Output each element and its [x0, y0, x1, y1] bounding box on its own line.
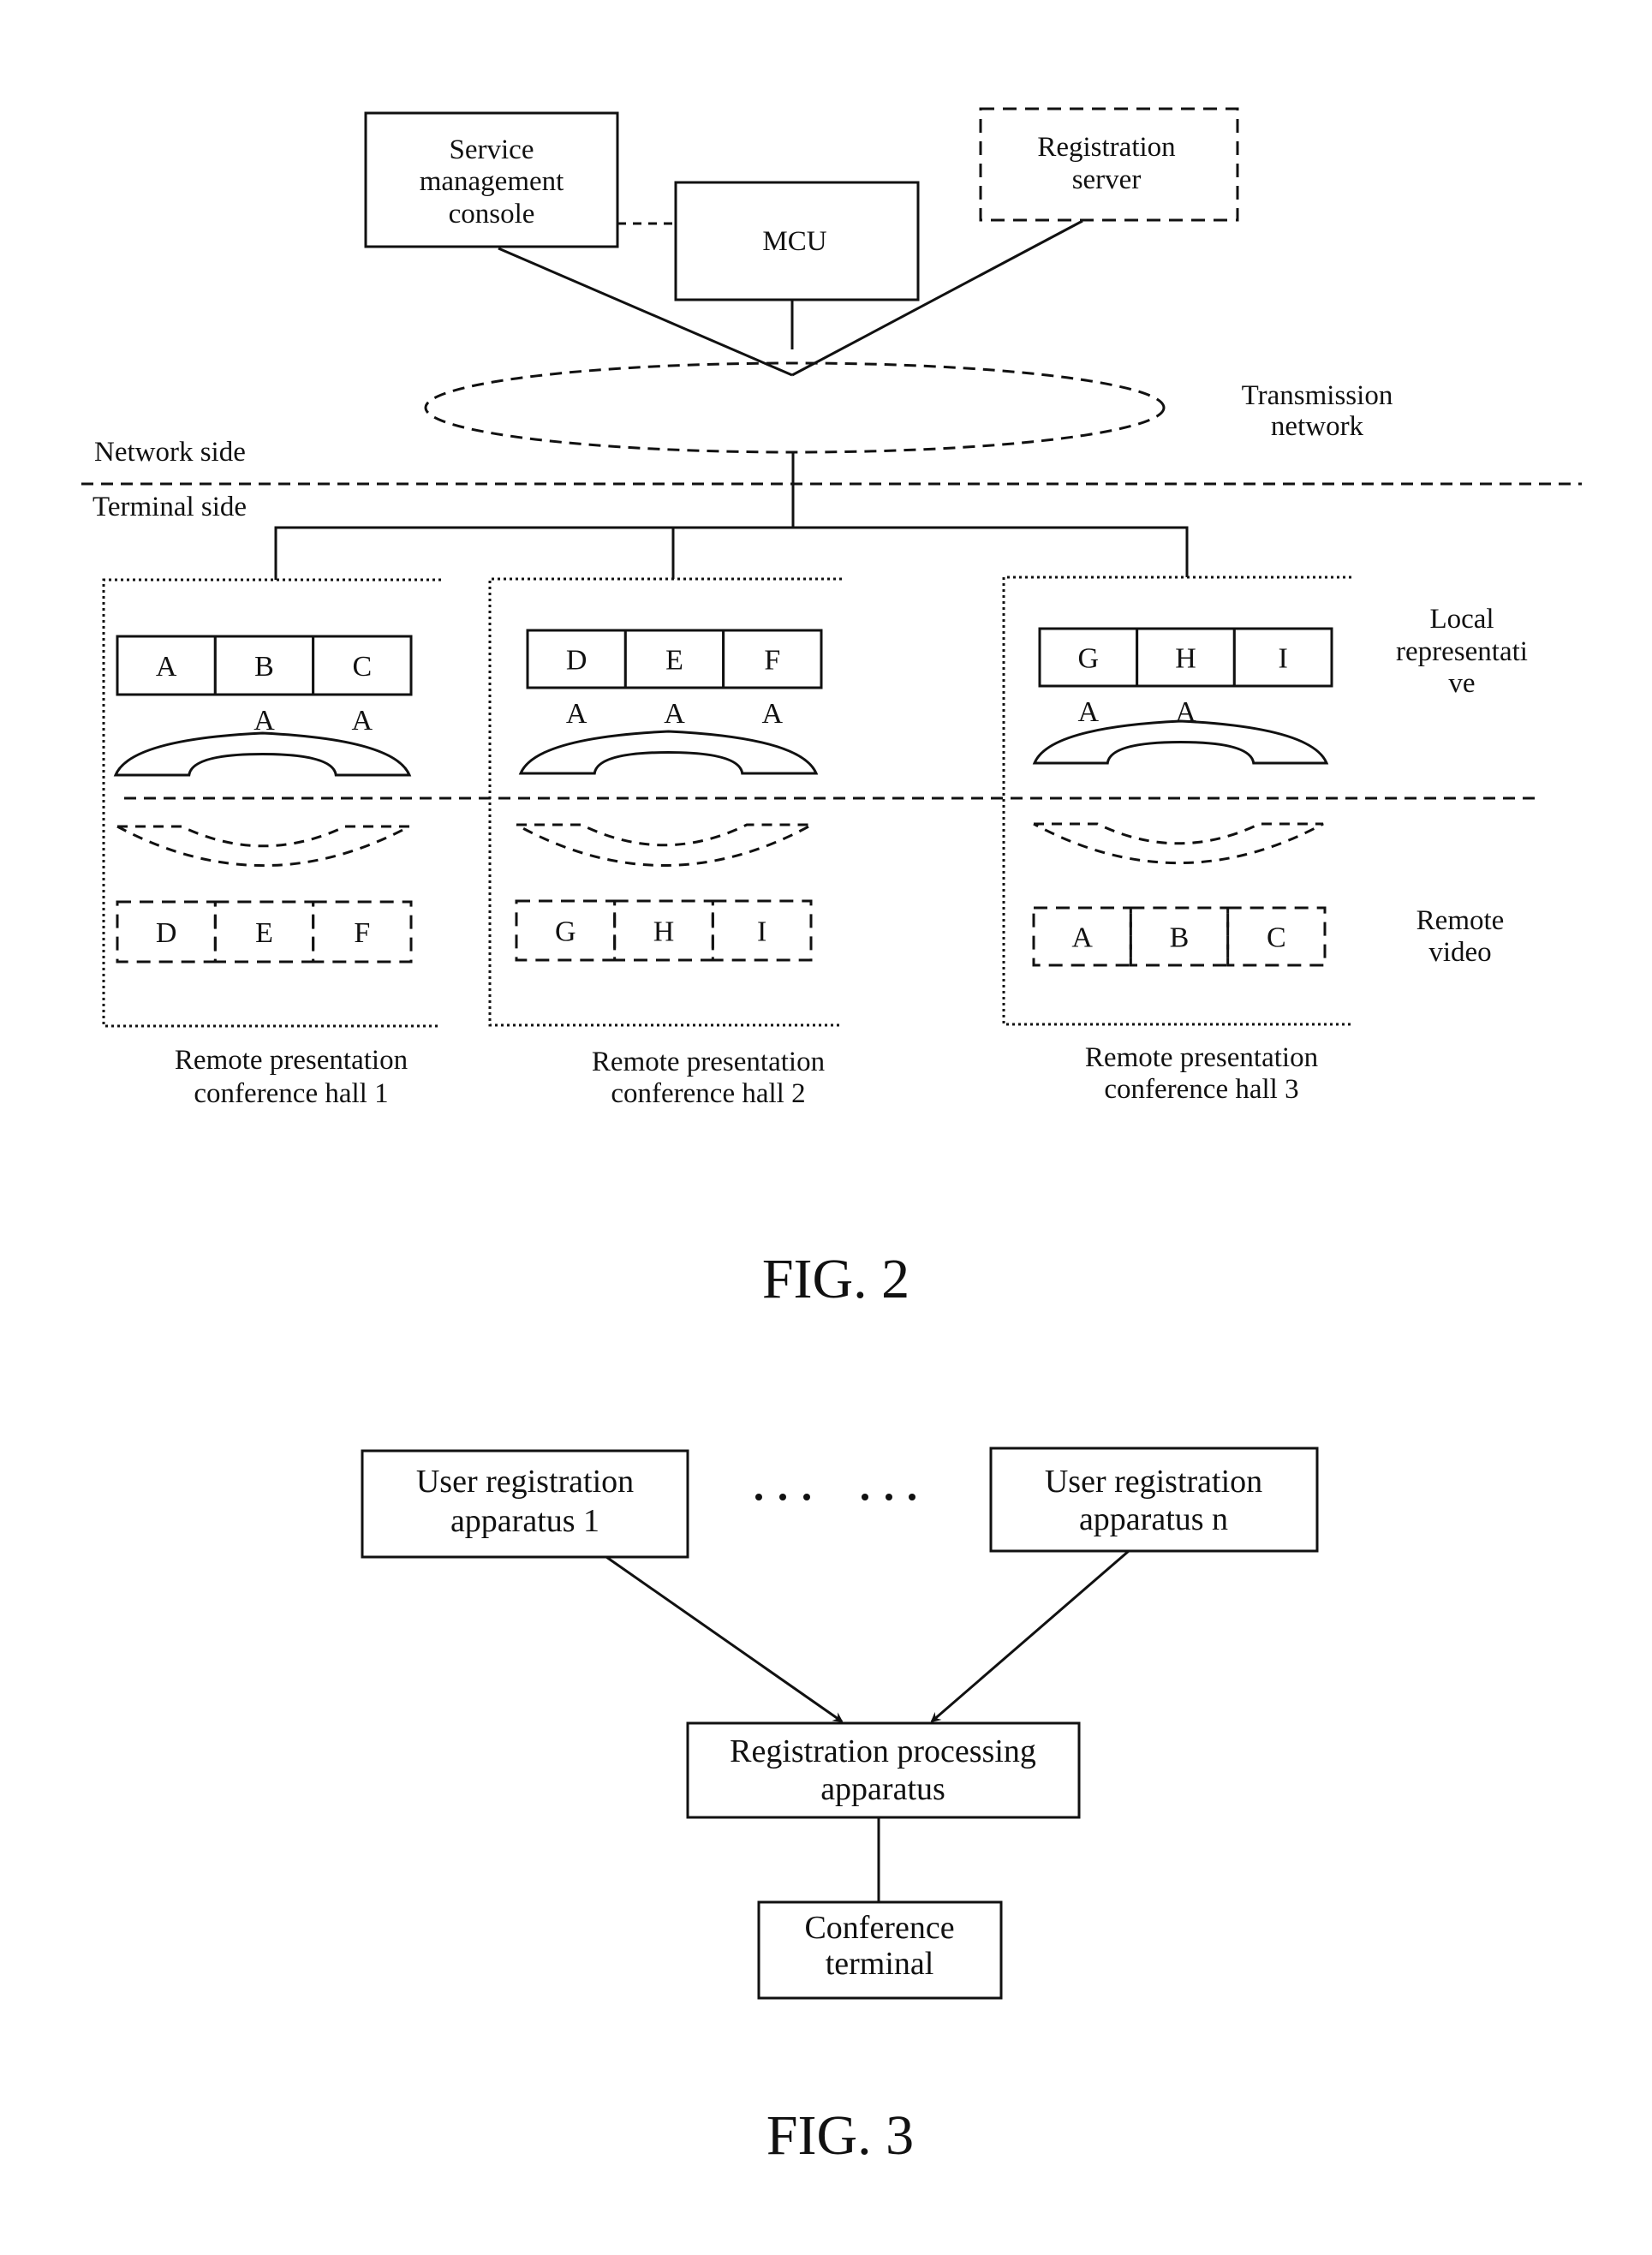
- mcu-node: MCU: [674, 181, 920, 301]
- speaker-mark: A: [566, 698, 587, 730]
- remote-phone-icon: [116, 825, 410, 868]
- remote-screen-letter: I: [757, 916, 766, 948]
- hall-1-label-line2: conference hall 1: [194, 1078, 388, 1109]
- registration-processing-label-line2: apparatus: [820, 1771, 945, 1807]
- conference-hall-3: G H I A A A B C Remote presentationconference ha…: [1002, 576, 1351, 1105]
- hall-3-label-line1: Remote presentation: [1085, 1042, 1318, 1073]
- registration-server-label-line2: server: [1072, 164, 1142, 195]
- remote-screen-letter: E: [255, 917, 273, 949]
- user-registration-n-label-line2: apparatus n: [1079, 1501, 1228, 1537]
- remote-phone-icon: [1033, 822, 1324, 865]
- user-registration-apparatus-1-node: User registration apparatus 1: [361, 1449, 689, 1559]
- transmission-network-ellipse: [424, 361, 1166, 454]
- terminal-bus-line: [274, 526, 1189, 580]
- speaker-mark: A: [1175, 696, 1196, 728]
- user-registration-1-label-line1: User registration: [416, 1464, 634, 1500]
- ellipsis-dot: [909, 1494, 915, 1500]
- registration-processing-label-line1: Registration processing: [730, 1733, 1036, 1769]
- local-screen-letter: C: [352, 651, 372, 683]
- registration-server-node: Registration server: [979, 107, 1239, 222]
- local-screen-letter: E: [665, 645, 683, 677]
- fig2-caption: FIG. 2: [762, 1248, 909, 1310]
- ellipsis-dot: [755, 1494, 762, 1500]
- hall-1-label-line1: Remote presentation: [175, 1045, 408, 1076]
- local-screen-letter: F: [764, 645, 780, 677]
- speaker-mark: A: [253, 705, 275, 737]
- user-registration-apparatus-n-node: User registration apparatus n: [989, 1447, 1319, 1553]
- registration-processing-apparatus-node: Registration processing apparatus: [686, 1721, 1081, 1819]
- remote-screen-letter: D: [156, 917, 177, 949]
- service-console-label-line1: Service: [450, 134, 534, 165]
- hall-2-label-line2: conference hall 2: [611, 1078, 805, 1109]
- ellipsis-dots: [755, 1494, 915, 1500]
- patent-figures: Service management console MCU Registrat…: [81, 107, 1582, 2167]
- remote-screen-letter: G: [555, 916, 576, 948]
- transmission-network-label-line1: Transmission: [1242, 380, 1393, 411]
- registration-server-label-line1: Registration: [1037, 132, 1175, 163]
- ellipsis-dot: [862, 1494, 868, 1500]
- remote-video-label-line2: video: [1428, 937, 1491, 968]
- hall-2-label-line1: Remote presentation: [592, 1047, 825, 1077]
- local-representative-label-line1: Local: [1429, 604, 1494, 635]
- hall-3-label-line2: conference hall 3: [1104, 1074, 1298, 1105]
- arrow-usern-to-processing: [930, 1549, 1130, 1723]
- speaker-mark: A: [1078, 696, 1100, 728]
- speaker-mark: A: [352, 705, 373, 737]
- local-screen-letter: G: [1078, 643, 1100, 675]
- remote-screen-letter: C: [1267, 922, 1286, 954]
- ellipsis-dot: [803, 1494, 810, 1500]
- conference-hall-2: D E FA A AG H IRemote presentationconference h…: [488, 577, 842, 1109]
- fig3-caption: FIG. 3: [766, 2104, 914, 2167]
- conference-terminal-label-line1: Conference: [804, 1910, 954, 1946]
- user-registration-1-label-line2: apparatus 1: [450, 1503, 599, 1539]
- remote-screen-letter: B: [1170, 922, 1190, 954]
- conference-terminal-node: Conference terminal: [757, 1900, 1003, 2000]
- ellipsis-dot: [779, 1494, 786, 1500]
- local-phone-icon: [113, 731, 412, 777]
- conference-terminal-label-line2: terminal: [826, 1946, 934, 1982]
- transmission-network-label-line2: network: [1271, 411, 1364, 442]
- local-screen-letter: D: [566, 645, 587, 677]
- ellipsis-dot: [886, 1494, 892, 1500]
- remote-screen-letter: H: [653, 916, 675, 948]
- speaker-mark: A: [762, 698, 784, 730]
- conference-hall-1: A B CA AD E FRemote presentationconference ha…: [102, 578, 441, 1109]
- local-screen-letter: A: [156, 651, 177, 683]
- local-representative-label-line3: ve: [1448, 668, 1475, 699]
- local-phone-icon: [518, 730, 819, 775]
- remote-screen-letter: F: [354, 917, 370, 949]
- service-console-label-line2: management: [420, 166, 564, 197]
- local-screen-letter: H: [1175, 643, 1196, 675]
- remote-video-label-line1: Remote: [1416, 905, 1505, 936]
- fig2-diagram: Service management console MCU Registrat…: [81, 107, 1582, 1310]
- terminal-side-label: Terminal side: [92, 492, 247, 522]
- service-console-label-line3: console: [449, 199, 535, 230]
- remote-screen-letter: A: [1071, 922, 1093, 954]
- conference-halls: A B CA AD E FRemote presentationconference ha…: [102, 576, 1351, 1109]
- remote-phone-icon: [516, 823, 813, 867]
- user-registration-n-label-line1: User registration: [1045, 1464, 1262, 1500]
- local-screen-letter: I: [1279, 643, 1288, 675]
- network-side-label: Network side: [94, 437, 246, 468]
- mcu-label: MCU: [762, 226, 826, 257]
- service-management-console-node: Service management console: [364, 111, 619, 248]
- fig3-diagram: User registration apparatus 1 User regis…: [361, 1447, 1319, 2167]
- local-screen-letter: B: [254, 651, 274, 683]
- local-representative-label-line2: representati: [1396, 636, 1528, 667]
- speaker-mark: A: [664, 698, 685, 730]
- arrow-user1-to-processing: [605, 1555, 844, 1723]
